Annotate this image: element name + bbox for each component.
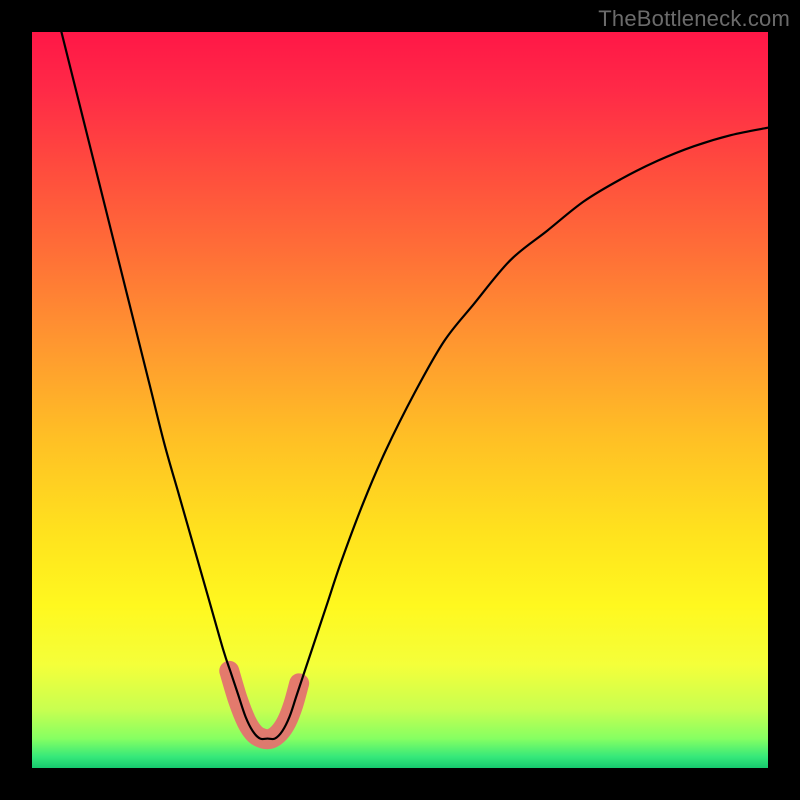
watermark-text: TheBottleneck.com [598, 6, 790, 32]
bottleneck-chart [32, 32, 768, 768]
plot-area [32, 32, 768, 768]
gradient-background [32, 32, 768, 768]
outer-frame: TheBottleneck.com [0, 0, 800, 800]
